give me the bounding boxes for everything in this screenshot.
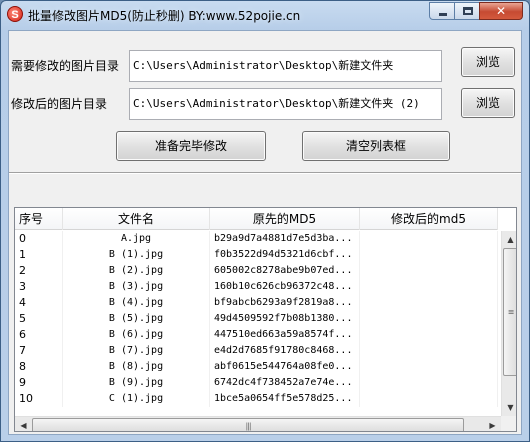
- row-original-md5: 447510ed663a59a8574f...: [210, 327, 360, 343]
- row-new-md5: [360, 247, 498, 263]
- title-bar[interactable]: S 批量修改图片MD5(防止秒删) BY:www.52pojie.cn ✕: [1, 1, 529, 29]
- row-new-md5: [360, 359, 498, 375]
- table-row[interactable]: 8 B (8).jpg abf0615e544764a08fe0...: [15, 359, 500, 375]
- row-filename: C (1).jpg: [63, 391, 210, 407]
- row-original-md5: e4d2d7685f91780c8468...: [210, 343, 360, 359]
- scroll-down-icon[interactable]: ▼: [502, 399, 516, 416]
- row-index: 4: [15, 295, 63, 311]
- row-new-md5: [360, 231, 498, 247]
- row-index: 6: [15, 327, 63, 343]
- row-filename: B (1).jpg: [63, 247, 210, 263]
- row-index: 2: [15, 263, 63, 279]
- source-browse-button[interactable]: 浏览: [461, 47, 515, 77]
- scroll-up-icon[interactable]: ▲: [502, 231, 516, 248]
- close-icon: ✕: [495, 4, 507, 18]
- row-index: 8: [15, 359, 63, 375]
- list-body: 0 A.jpg b29a9d7a4881d7e5d3ba... 1 B (1).…: [15, 231, 500, 407]
- table-row[interactable]: 7 B (7).jpg e4d2d7685f91780c8468...: [15, 343, 500, 359]
- vertical-scroll-thumb[interactable]: ≡: [503, 248, 516, 376]
- divider: [9, 172, 521, 174]
- table-row[interactable]: 6 B (6).jpg 447510ed663a59a8574f...: [15, 327, 500, 343]
- row-new-md5: [360, 279, 498, 295]
- source-dir-input[interactable]: C:\Users\Administrator\Desktop\新建文件夹: [129, 50, 442, 82]
- row-filename: B (4).jpg: [63, 295, 210, 311]
- row-filename: B (7).jpg: [63, 343, 210, 359]
- row-filename: B (2).jpg: [63, 263, 210, 279]
- grip-h-icon: |||: [245, 421, 251, 430]
- client-area: 需要修改的图片目录 C:\Users\Administrator\Desktop…: [8, 30, 522, 435]
- row-original-md5: 49d4509592f7b08b1380...: [210, 311, 360, 327]
- row-new-md5: [360, 295, 498, 311]
- row-filename: A.jpg: [63, 231, 210, 247]
- row-filename: B (5).jpg: [63, 311, 210, 327]
- window-title: 批量修改图片MD5(防止秒删) BY:www.52pojie.cn: [28, 9, 301, 23]
- scroll-left-icon[interactable]: ◀: [15, 417, 32, 431]
- table-row[interactable]: 3 B (3).jpg 160b10c626cb96372c48...: [15, 279, 500, 295]
- output-dir-label: 修改后的图片目录: [11, 97, 108, 111]
- table-row[interactable]: 4 B (4).jpg bf9abcb6293a9f2819a8...: [15, 295, 500, 311]
- column-header-original-md5[interactable]: 原先的MD5: [210, 208, 360, 230]
- row-new-md5: [360, 327, 498, 343]
- row-index: 5: [15, 311, 63, 327]
- row-original-md5: abf0615e544764a08fe0...: [210, 359, 360, 375]
- row-original-md5: 605002c8278abe9b07ed...: [210, 263, 360, 279]
- table-row[interactable]: 2 B (2).jpg 605002c8278abe9b07ed...: [15, 263, 500, 279]
- row-index: 10: [15, 391, 63, 407]
- horizontal-scrollbar[interactable]: ◀ ||| ▶: [15, 416, 501, 431]
- table-row[interactable]: 5 B (5).jpg 49d4509592f7b08b1380...: [15, 311, 500, 327]
- row-index: 7: [15, 343, 63, 359]
- grip-icon: ≡: [507, 307, 515, 317]
- column-header-new-md5[interactable]: 修改后的md5: [360, 208, 498, 230]
- vertical-scrollbar[interactable]: ▲ ≡ ▼: [501, 231, 516, 416]
- column-header-filename[interactable]: 文件名: [63, 208, 210, 230]
- row-original-md5: f0b3522d94d5321d6cbf...: [210, 247, 360, 263]
- close-button[interactable]: ✕: [479, 2, 523, 20]
- app-icon: S: [7, 6, 23, 22]
- column-header-index[interactable]: 序号: [15, 208, 63, 230]
- main-window: S 批量修改图片MD5(防止秒删) BY:www.52pojie.cn ✕ 需要…: [0, 0, 530, 442]
- scroll-right-icon[interactable]: ▶: [484, 417, 501, 431]
- row-new-md5: [360, 311, 498, 327]
- row-filename: B (3).jpg: [63, 279, 210, 295]
- row-original-md5: bf9abcb6293a9f2819a8...: [210, 295, 360, 311]
- table-row[interactable]: 10 C (1).jpg 1bce5a0654ff5e578d25...: [15, 391, 500, 407]
- row-filename: B (8).jpg: [63, 359, 210, 375]
- row-new-md5: [360, 391, 498, 407]
- table-row[interactable]: 9 B (9).jpg 6742dc4f738452a7e74e...: [15, 375, 500, 391]
- scrollbar-corner: [501, 416, 516, 431]
- minimize-icon: [439, 13, 447, 16]
- output-dir-input[interactable]: C:\Users\Administrator\Desktop\新建文件夹 (2): [129, 88, 442, 120]
- caption-buttons: ✕: [429, 2, 523, 21]
- row-filename: B (6).jpg: [63, 327, 210, 343]
- row-index: 9: [15, 375, 63, 391]
- maximize-button[interactable]: [454, 2, 480, 20]
- maximize-icon: [463, 7, 473, 15]
- row-new-md5: [360, 375, 498, 391]
- start-modify-button[interactable]: 准备完毕修改: [116, 131, 266, 161]
- file-list-view[interactable]: 序号 文件名 原先的MD5 修改后的md5 0 A.jpg b29a9d7a48…: [14, 207, 517, 432]
- row-index: 1: [15, 247, 63, 263]
- table-row[interactable]: 0 A.jpg b29a9d7a4881d7e5d3ba...: [15, 231, 500, 247]
- row-new-md5: [360, 343, 498, 359]
- row-original-md5: 1bce5a0654ff5e578d25...: [210, 391, 360, 407]
- row-original-md5: 160b10c626cb96372c48...: [210, 279, 360, 295]
- row-index: 3: [15, 279, 63, 295]
- source-dir-label: 需要修改的图片目录: [11, 59, 120, 73]
- row-original-md5: b29a9d7a4881d7e5d3ba...: [210, 231, 360, 247]
- table-row[interactable]: 1 B (1).jpg f0b3522d94d5321d6cbf...: [15, 247, 500, 263]
- row-index: 0: [15, 231, 63, 247]
- row-new-md5: [360, 263, 498, 279]
- list-header: 序号 文件名 原先的MD5 修改后的md5: [15, 208, 498, 230]
- output-browse-button[interactable]: 浏览: [461, 88, 515, 118]
- row-filename: B (9).jpg: [63, 375, 210, 391]
- minimize-button[interactable]: [429, 2, 455, 20]
- horizontal-scroll-thumb[interactable]: |||: [32, 418, 464, 431]
- clear-list-button[interactable]: 清空列表框: [302, 131, 450, 161]
- row-original-md5: 6742dc4f738452a7e74e...: [210, 375, 360, 391]
